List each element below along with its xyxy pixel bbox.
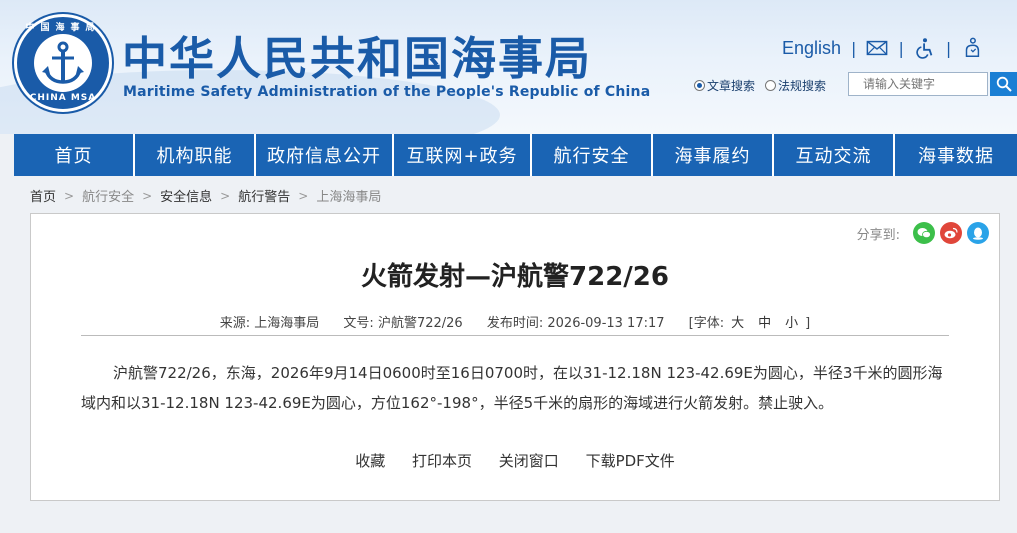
weibo-share-button[interactable] xyxy=(940,222,962,244)
search-input[interactable] xyxy=(848,72,988,96)
mail-icon[interactable] xyxy=(866,37,888,59)
meta-doc-no: 文号: 沪航警722/26 xyxy=(343,316,463,331)
chevron-right-icon: > xyxy=(298,188,309,203)
breadcrumb-nav-warning[interactable]: 航行警告 xyxy=(238,186,290,205)
nav-item-data[interactable]: 海事数据 xyxy=(895,134,1017,176)
download-pdf-link[interactable]: 下载PDF文件 xyxy=(586,452,675,470)
wechat-share-button[interactable] xyxy=(913,222,935,244)
site-title-cn[interactable]: 中华人民共和国海事局 xyxy=(122,22,592,87)
meta-source: 来源: 上海海事局 xyxy=(219,316,320,331)
law-search-option[interactable]: 法规搜索 xyxy=(765,77,826,94)
wheelchair-icon[interactable] xyxy=(914,37,936,59)
separator: | xyxy=(851,38,857,58)
qq-share-button[interactable] xyxy=(967,222,989,244)
top-links: English | | | xyxy=(782,36,983,60)
font-size-controls: [字体: 大中小] xyxy=(688,316,811,331)
print-link[interactable]: 打印本页 xyxy=(412,452,472,470)
nav-item-gov-info[interactable]: 政府信息公开 xyxy=(256,134,392,176)
share-label: 分享到: xyxy=(856,227,900,243)
article-search-option[interactable]: 文章搜索 xyxy=(694,77,755,94)
nav-item-interaction[interactable]: 互动交流 xyxy=(774,134,893,176)
logo-bottom-text: CHINA MSA xyxy=(29,93,97,103)
search-icon xyxy=(996,76,1012,92)
breadcrumb: 首页 > 航行安全 > 安全信息 > 航行警告 > 上海海事局 xyxy=(30,186,381,206)
nav-item-internet-gov[interactable]: 互联网+政务 xyxy=(394,134,530,176)
font-size-large[interactable]: 大 xyxy=(731,316,744,331)
close-window-link[interactable]: 关闭窗口 xyxy=(499,452,559,470)
separator: | xyxy=(945,38,952,58)
site-title-en: Maritime Safety Administration of the Pe… xyxy=(123,84,651,100)
article-title: 火箭发射—沪航警722/26 xyxy=(361,262,669,292)
chevron-right-icon: > xyxy=(64,188,75,203)
article-body: 沪航警722/26，东海，2026年9月14日0600时至16日0700时，在以… xyxy=(81,364,943,412)
wechat-icon xyxy=(917,228,931,239)
search-type-options: 文章搜索 法规搜索 xyxy=(694,77,826,94)
logo-top-text: 中国海事局 xyxy=(25,23,101,33)
article-meta: 来源: 上海海事局 文号: 沪航警722/26 发布时间: 2026-09-13… xyxy=(31,312,999,331)
chevron-right-icon: > xyxy=(220,188,231,203)
article-panel: 分享到: 火箭发射—沪航警722/26 来源: 上海海事局 文号: 沪航警722… xyxy=(30,213,1000,501)
chevron-right-icon: > xyxy=(142,188,153,203)
article-actions: 收藏 打印本页 关闭窗口 下载PDF文件 xyxy=(31,450,999,471)
font-size-small[interactable]: 小 xyxy=(785,316,798,331)
msa-logo[interactable]: 中国海事局 CHINA MSA xyxy=(14,14,112,112)
search-button[interactable] xyxy=(990,72,1017,96)
anchor-icon xyxy=(42,41,84,84)
nav-item-home[interactable]: 首页 xyxy=(14,134,133,176)
font-size-medium[interactable]: 中 xyxy=(758,316,771,331)
radio-checked[interactable] xyxy=(694,80,705,91)
separator: | xyxy=(898,38,904,58)
weibo-icon xyxy=(944,227,958,239)
breadcrumb-shanghai-msa[interactable]: 上海海事局 xyxy=(316,186,381,205)
favorite-link[interactable]: 收藏 xyxy=(355,452,385,470)
radio-unchecked[interactable] xyxy=(765,80,777,91)
meta-divider xyxy=(81,335,949,336)
qq-icon xyxy=(973,227,983,240)
breadcrumb-home[interactable]: 首页 xyxy=(30,186,56,205)
site-header: 中国海事局 CHINA MSA 中华人民共和国海事局 Maritime Safe… xyxy=(0,0,1017,134)
main-nav: 首页 机构职能 政府信息公开 互联网+政务 航行安全 海事履约 互动交流 海事数… xyxy=(14,134,1017,176)
elderly-care-icon[interactable] xyxy=(961,37,983,59)
nav-item-functions[interactable]: 机构职能 xyxy=(135,134,254,176)
english-link[interactable]: English xyxy=(782,38,841,59)
breadcrumb-nav-safety[interactable]: 航行安全 xyxy=(82,186,134,205)
logo-center xyxy=(34,34,92,92)
breadcrumb-safety-info[interactable]: 安全信息 xyxy=(160,186,212,205)
nav-item-nav-safety[interactable]: 航行安全 xyxy=(532,134,651,176)
share-bar: 分享到: xyxy=(857,222,989,244)
meta-publish-time: 发布时间: 2026-09-13 17:17 xyxy=(486,316,665,331)
nav-item-compliance[interactable]: 海事履约 xyxy=(653,134,772,176)
